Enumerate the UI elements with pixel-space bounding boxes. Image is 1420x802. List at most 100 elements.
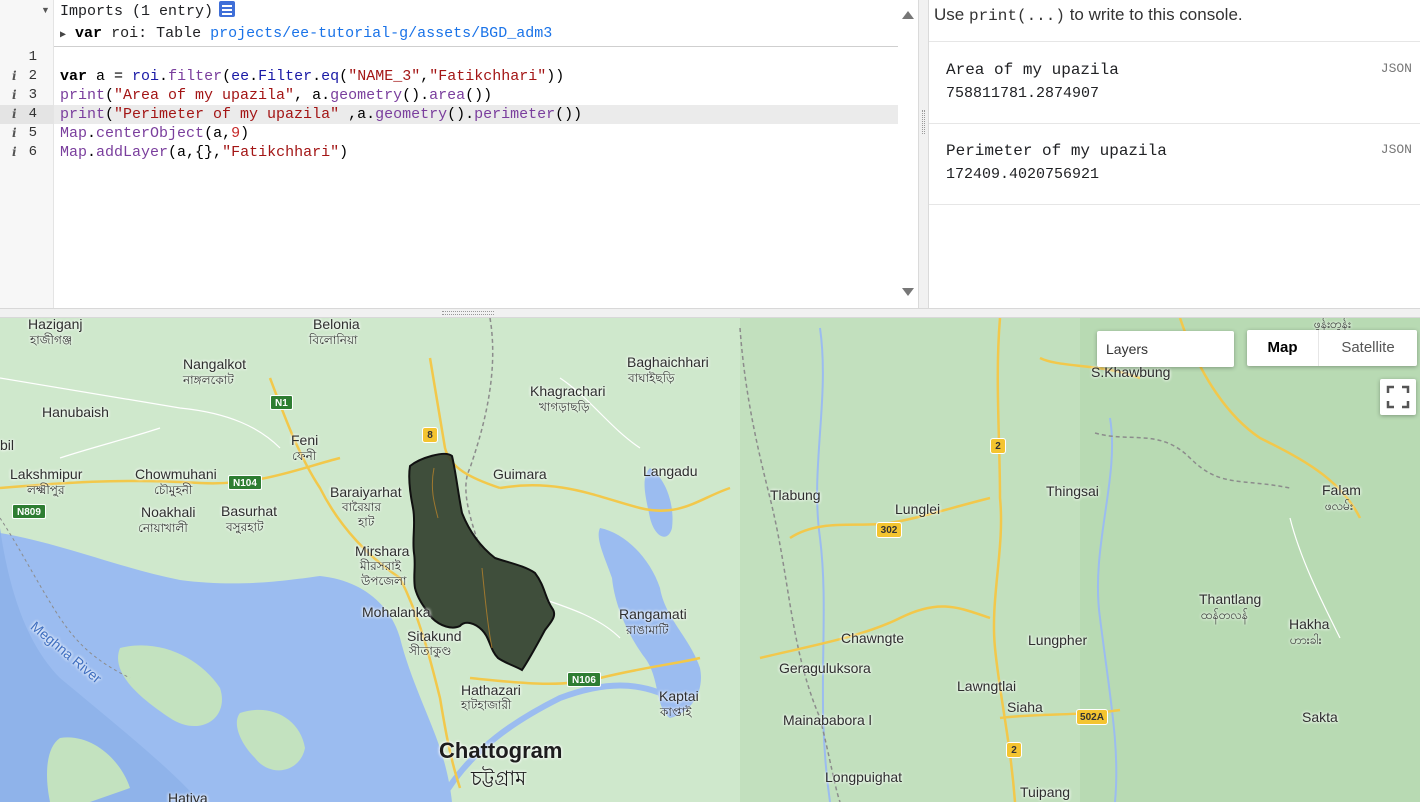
splitter-grip-icon[interactable]: [922, 110, 925, 134]
place-label: Baraiyarhat: [330, 484, 402, 500]
horizontal-panel-splitter[interactable]: [0, 308, 1420, 318]
road-badge-n106: N106: [567, 672, 601, 687]
code-line-6[interactable]: Map.addLayer(a,{},"Fatikchhari"): [60, 143, 348, 162]
console-entry-value: 758811781.2874907: [946, 85, 1100, 102]
place-label: Mainababora l: [783, 712, 872, 728]
road-shield-2: 2: [990, 438, 1006, 454]
place-label: Hakha: [1289, 616, 1330, 632]
line-number: 1: [28, 49, 37, 65]
scroll-down-icon[interactable]: [902, 288, 914, 296]
code-text-area[interactable]: var a = roi.filter(ee.Filter.eq("NAME_3"…: [54, 0, 898, 308]
json-toggle-button[interactable]: JSON: [1381, 142, 1412, 157]
map-view[interactable]: N1 N104 N809 N106 8 2 2 302 502A Hazigan…: [0, 318, 1420, 802]
info-icon[interactable]: i: [12, 143, 17, 162]
info-icon[interactable]: i: [12, 105, 17, 124]
place-label: Belonia: [313, 318, 360, 332]
place-label: Baghaichhari: [627, 354, 709, 370]
place-label: Chawngte: [841, 630, 905, 646]
place-label: Basurhat: [221, 503, 278, 519]
place-label: ဖလမ်း: [1325, 499, 1354, 513]
place-label: Lungpher: [1028, 632, 1088, 648]
console-entry-label: Perimeter of my upazila: [946, 142, 1167, 160]
code-editor[interactable]: ▼ Imports (1 entry) ▶ var roi: Table pro…: [0, 0, 918, 308]
road-shield-302: 302: [876, 522, 902, 538]
json-toggle-button[interactable]: JSON: [1381, 61, 1412, 76]
layers-dropdown[interactable]: Layers: [1097, 331, 1234, 367]
map-type-map-button[interactable]: Map: [1247, 330, 1319, 366]
code-line-4[interactable]: print("Perimeter of my upazila" ,a.geome…: [60, 105, 582, 124]
collapse-imports-icon[interactable]: ▼: [41, 5, 50, 15]
place-label: Langadu: [643, 463, 698, 479]
place-label: Hathazari: [461, 682, 521, 698]
place-label: Khagrachari: [530, 383, 606, 399]
console-entry[interactable]: Area of my upazila 758811781.2874907 JSO…: [946, 58, 1416, 106]
road-badge-n104: N104: [228, 475, 262, 490]
place-label: Thantlang: [1199, 591, 1262, 607]
fullscreen-button[interactable]: [1380, 379, 1416, 415]
place-label: Mohalanka: [362, 604, 431, 620]
line-number: i6: [12, 143, 37, 162]
console-entry-value: 172409.4020756921: [946, 166, 1100, 183]
road-shield-2: 2: [1006, 742, 1022, 758]
place-label: ဟားခါး: [1290, 633, 1322, 647]
place-label: Hatiya: [168, 790, 208, 802]
place-label: Lawngtlai: [957, 678, 1017, 694]
console-entry-label: Area of my upazila: [946, 61, 1119, 79]
fullscreen-icon: [1386, 385, 1410, 409]
place-label: Mirshara: [355, 543, 410, 559]
place-label: Nangalkot: [183, 356, 247, 372]
code-line-5[interactable]: Map.centerObject(a,9): [60, 124, 249, 143]
console-entry[interactable]: Perimeter of my upazila 172409.402075692…: [946, 139, 1416, 187]
hill-region: [1080, 318, 1420, 802]
place-label: হাজীগঞ্জ: [30, 333, 73, 347]
place-label: Hanubaish: [42, 404, 109, 420]
map-type-satellite-button[interactable]: Satellite: [1319, 330, 1417, 366]
place-label: Siaha: [1007, 699, 1043, 715]
place-label: নোয়াখালী: [138, 521, 188, 535]
place-label: চৌমুহনী: [154, 483, 193, 497]
scroll-up-icon[interactable]: [902, 11, 914, 19]
place-label: Sitakund: [407, 628, 462, 644]
place-label: Rangamati: [619, 606, 687, 622]
place-label: লক্ষ্মীপুর: [27, 483, 65, 497]
splitter-grip-icon[interactable]: [442, 311, 494, 315]
city-label: Chattogram: [439, 738, 563, 763]
place-label: কাপ্তাই: [660, 705, 692, 719]
place-label: Guimara: [493, 466, 547, 482]
place-label: Falam: [1322, 482, 1361, 498]
place-label: খাগড়াছড়ি: [539, 400, 590, 414]
place-label: Thingsai: [1046, 483, 1099, 499]
place-label: নাঙ্গলকোট: [183, 373, 234, 387]
place-label: Tlabung: [770, 487, 821, 503]
place-label: হাট: [358, 515, 375, 529]
info-icon[interactable]: i: [12, 124, 17, 143]
place-label: রাঙামাটি: [626, 623, 669, 637]
place-label: Haziganj: [28, 318, 83, 332]
console-panel: Use print(...) to write to this console.…: [929, 0, 1420, 308]
place-label: সীতাকুণ্ড: [409, 644, 452, 658]
place-label: Tuipang: [1020, 784, 1071, 800]
place-label: Kaptai: [659, 688, 699, 704]
line-number: i5: [12, 124, 37, 143]
road-badge-n809: N809: [12, 504, 46, 519]
editor-scrollbar[interactable]: [898, 0, 918, 308]
line-number: i3: [12, 86, 37, 105]
info-icon[interactable]: i: [12, 67, 17, 86]
place-label: উপজেলা: [361, 574, 407, 588]
place-label: বিলোনিয়া: [309, 333, 358, 347]
code-line-2[interactable]: var a = roi.filter(ee.Filter.eq("NAME_3"…: [60, 67, 564, 86]
city-label: চট্টগ্রাম: [471, 766, 527, 790]
map-type-control[interactable]: Map Satellite: [1247, 330, 1417, 366]
place-label: Sakta: [1302, 709, 1338, 725]
place-label: Lakshmipur: [10, 466, 83, 482]
place-label: bil: [0, 437, 15, 453]
place-label: Chowmuhani: [135, 466, 217, 482]
place-label: বসুরহাট: [226, 520, 264, 534]
road-shield-502a: 502A: [1076, 709, 1108, 725]
console-divider: [929, 41, 1420, 42]
code-line-3[interactable]: print("Area of my upazila", a.geometry()…: [60, 86, 492, 105]
info-icon[interactable]: i: [12, 86, 17, 105]
place-label: হাটহাজারী: [461, 698, 512, 712]
vertical-panel-splitter[interactable]: [918, 0, 929, 308]
place-label: Feni: [291, 432, 319, 448]
